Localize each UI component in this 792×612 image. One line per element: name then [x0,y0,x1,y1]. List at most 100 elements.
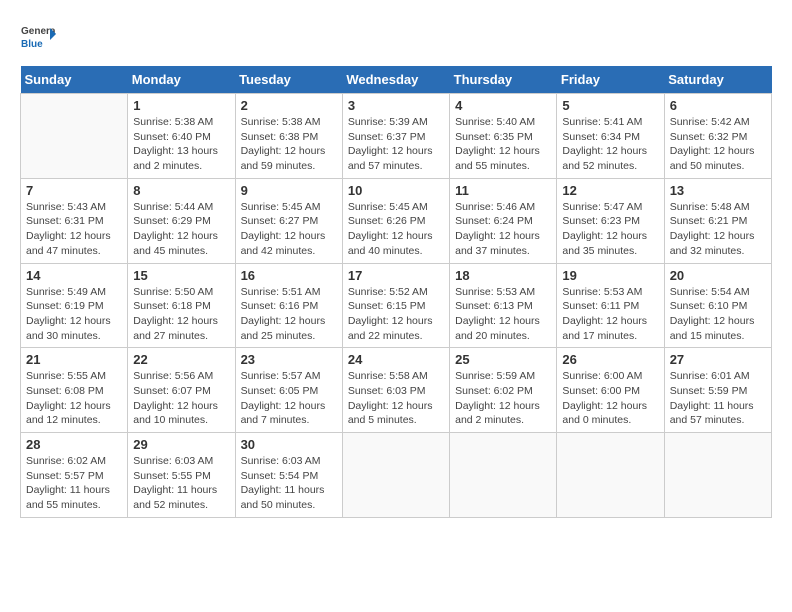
day-number: 26 [562,352,658,367]
calendar-cell: 28 Sunrise: 6:02 AM Sunset: 5:57 PM Dayli… [21,433,128,518]
day-number: 23 [241,352,337,367]
day-number: 30 [241,437,337,452]
day-info: Sunrise: 5:45 AM Sunset: 6:27 PM Dayligh… [241,200,337,259]
day-info: Sunrise: 5:38 AM Sunset: 6:38 PM Dayligh… [241,115,337,174]
week-row-1: 1 Sunrise: 5:38 AM Sunset: 6:40 PM Daylig… [21,94,772,179]
day-info: Sunrise: 6:01 AM Sunset: 5:59 PM Dayligh… [670,369,766,428]
day-number: 3 [348,98,444,113]
week-row-4: 21 Sunrise: 5:55 AM Sunset: 6:08 PM Dayli… [21,348,772,433]
day-number: 7 [26,183,122,198]
calendar-cell: 19Sunrise: 5:53 AM Sunset: 6:11 PM Dayli… [557,263,664,348]
col-header-monday: Monday [128,66,235,94]
page-header: General Blue [20,20,772,56]
day-number: 19 [562,268,658,283]
day-info: Sunrise: 5:44 AM Sunset: 6:29 PM Dayligh… [133,200,229,259]
day-number: 17 [348,268,444,283]
calendar-cell: 12 Sunrise: 5:47 AM Sunset: 6:23 PM Dayli… [557,178,664,263]
day-info: Sunrise: 5:46 AM Sunset: 6:24 PM Dayligh… [455,200,551,259]
day-info: Sunrise: 5:53 AM Sunset: 6:13 PM Dayligh… [455,285,551,344]
calendar-cell: 4 Sunrise: 5:40 AM Sunset: 6:35 PM Daylig… [450,94,557,179]
day-number: 20 [670,268,766,283]
day-number: 24 [348,352,444,367]
day-number: 28 [26,437,122,452]
day-number: 2 [241,98,337,113]
day-info: Sunrise: 5:38 AM Sunset: 6:40 PM Dayligh… [133,115,229,174]
day-number: 1 [133,98,229,113]
calendar-cell: 30 Sunrise: 6:03 AM Sunset: 5:54 PM Dayli… [235,433,342,518]
calendar-cell: 9 Sunrise: 5:45 AM Sunset: 6:27 PM Daylig… [235,178,342,263]
day-number: 15 [133,268,229,283]
day-info: Sunrise: 5:47 AM Sunset: 6:23 PM Dayligh… [562,200,658,259]
week-row-3: 14 Sunrise: 5:49 AM Sunset: 6:19 PM Dayli… [21,263,772,348]
day-info: Sunrise: 5:41 AM Sunset: 6:34 PM Dayligh… [562,115,658,174]
calendar-cell: 29 Sunrise: 6:03 AM Sunset: 5:55 PM Dayli… [128,433,235,518]
col-header-saturday: Saturday [664,66,771,94]
logo: General Blue [20,20,56,56]
day-info: Sunrise: 5:42 AM Sunset: 6:32 PM Dayligh… [670,115,766,174]
day-info: Sunrise: 5:43 AM Sunset: 6:31 PM Dayligh… [26,200,122,259]
day-info: Sunrise: 5:45 AM Sunset: 6:26 PM Dayligh… [348,200,444,259]
day-number: 29 [133,437,229,452]
day-info: Sunrise: 5:52 AM Sunset: 6:15 PM Dayligh… [348,285,444,344]
col-header-wednesday: Wednesday [342,66,449,94]
day-info: Sunrise: 5:49 AM Sunset: 6:19 PM Dayligh… [26,285,122,344]
day-number: 11 [455,183,551,198]
day-number: 18 [455,268,551,283]
day-info: Sunrise: 6:02 AM Sunset: 5:57 PM Dayligh… [26,454,122,513]
calendar-cell [664,433,771,518]
day-info: Sunrise: 6:03 AM Sunset: 5:54 PM Dayligh… [241,454,337,513]
calendar-cell: 6 Sunrise: 5:42 AM Sunset: 6:32 PM Daylig… [664,94,771,179]
day-info: Sunrise: 5:58 AM Sunset: 6:03 PM Dayligh… [348,369,444,428]
svg-text:Blue: Blue [21,39,43,50]
calendar-cell: 1 Sunrise: 5:38 AM Sunset: 6:40 PM Daylig… [128,94,235,179]
day-number: 13 [670,183,766,198]
day-number: 25 [455,352,551,367]
calendar-cell [21,94,128,179]
day-info: Sunrise: 5:56 AM Sunset: 6:07 PM Dayligh… [133,369,229,428]
day-number: 6 [670,98,766,113]
calendar-cell: 7 Sunrise: 5:43 AM Sunset: 6:31 PM Daylig… [21,178,128,263]
calendar-cell [342,433,449,518]
calendar-cell: 26 Sunrise: 6:00 AM Sunset: 6:00 PM Dayli… [557,348,664,433]
day-number: 8 [133,183,229,198]
calendar-cell [557,433,664,518]
calendar-cell: 23 Sunrise: 5:57 AM Sunset: 6:05 PM Dayli… [235,348,342,433]
calendar-cell: 24 Sunrise: 5:58 AM Sunset: 6:03 PM Dayli… [342,348,449,433]
calendar-cell: 15Sunrise: 5:50 AM Sunset: 6:18 PM Dayli… [128,263,235,348]
day-info: Sunrise: 5:51 AM Sunset: 6:16 PM Dayligh… [241,285,337,344]
day-info: Sunrise: 5:55 AM Sunset: 6:08 PM Dayligh… [26,369,122,428]
calendar-cell: 21 Sunrise: 5:55 AM Sunset: 6:08 PM Dayli… [21,348,128,433]
day-number: 9 [241,183,337,198]
calendar-cell: 17 Sunrise: 5:52 AM Sunset: 6:15 PM Dayli… [342,263,449,348]
calendar-cell: 14 Sunrise: 5:49 AM Sunset: 6:19 PM Dayli… [21,263,128,348]
col-header-tuesday: Tuesday [235,66,342,94]
calendar-cell: 27 Sunrise: 6:01 AM Sunset: 5:59 PM Dayli… [664,348,771,433]
day-info: Sunrise: 5:57 AM Sunset: 6:05 PM Dayligh… [241,369,337,428]
day-number: 5 [562,98,658,113]
calendar-cell: 13Sunrise: 5:48 AM Sunset: 6:21 PM Dayli… [664,178,771,263]
calendar-cell: 2 Sunrise: 5:38 AM Sunset: 6:38 PM Daylig… [235,94,342,179]
day-info: Sunrise: 5:40 AM Sunset: 6:35 PM Dayligh… [455,115,551,174]
calendar-cell: 10Sunrise: 5:45 AM Sunset: 6:26 PM Dayli… [342,178,449,263]
col-header-sunday: Sunday [21,66,128,94]
col-header-thursday: Thursday [450,66,557,94]
day-number: 14 [26,268,122,283]
day-number: 16 [241,268,337,283]
day-info: Sunrise: 6:00 AM Sunset: 6:00 PM Dayligh… [562,369,658,428]
calendar-cell: 8 Sunrise: 5:44 AM Sunset: 6:29 PM Daylig… [128,178,235,263]
day-info: Sunrise: 5:54 AM Sunset: 6:10 PM Dayligh… [670,285,766,344]
day-number: 21 [26,352,122,367]
calendar-cell: 25 Sunrise: 5:59 AM Sunset: 6:02 PM Dayli… [450,348,557,433]
calendar-cell: 16 Sunrise: 5:51 AM Sunset: 6:16 PM Dayli… [235,263,342,348]
calendar-cell: 3Sunrise: 5:39 AM Sunset: 6:37 PM Daylig… [342,94,449,179]
day-number: 4 [455,98,551,113]
logo-svg: General Blue [20,20,56,56]
calendar-cell: 22Sunrise: 5:56 AM Sunset: 6:07 PM Dayli… [128,348,235,433]
header-row: SundayMondayTuesdayWednesdayThursdayFrid… [21,66,772,94]
calendar-cell: 11 Sunrise: 5:46 AM Sunset: 6:24 PM Dayli… [450,178,557,263]
day-info: Sunrise: 5:59 AM Sunset: 6:02 PM Dayligh… [455,369,551,428]
day-number: 27 [670,352,766,367]
day-number: 12 [562,183,658,198]
day-info: Sunrise: 6:03 AM Sunset: 5:55 PM Dayligh… [133,454,229,513]
week-row-5: 28 Sunrise: 6:02 AM Sunset: 5:57 PM Dayli… [21,433,772,518]
